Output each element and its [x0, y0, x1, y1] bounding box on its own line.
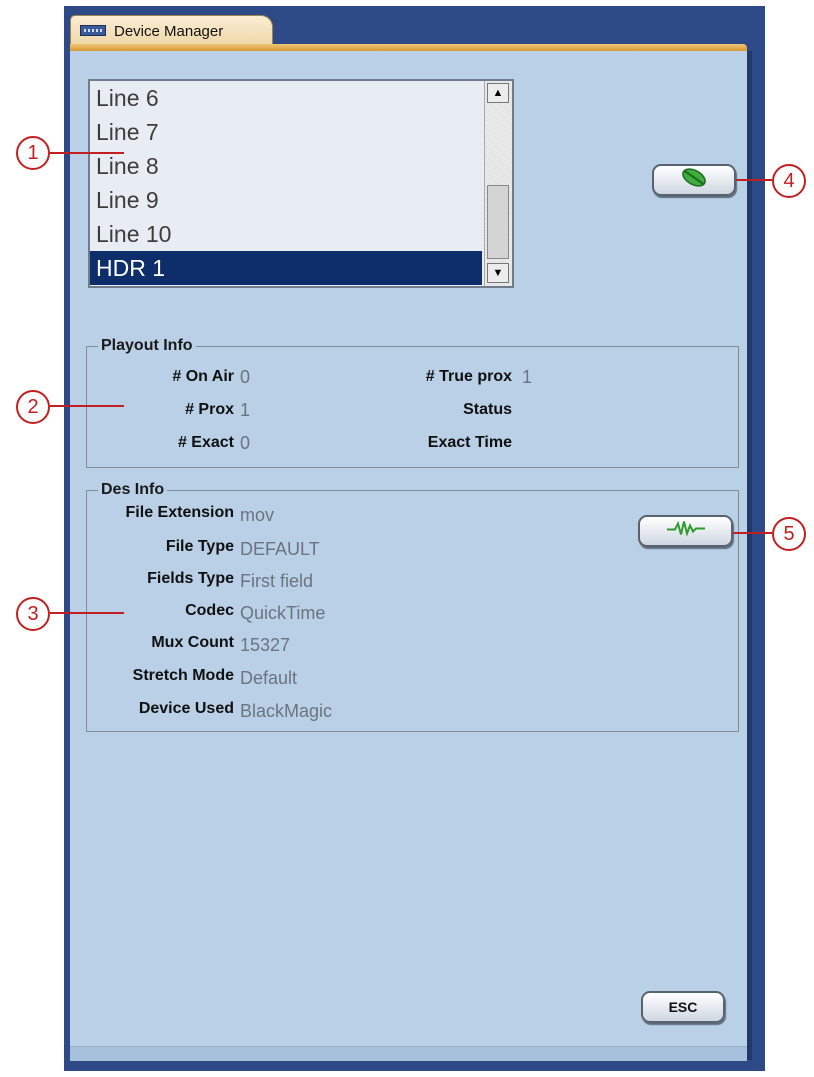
codec-label: Codec — [185, 602, 234, 619]
window-edge — [747, 51, 752, 1060]
tab-rule — [70, 44, 747, 51]
file-extension-value: mov — [240, 505, 275, 525]
prox-label: # Prox — [185, 401, 234, 418]
tab-title: Device Manager — [114, 23, 224, 40]
file-type-value: DEFAULT — [240, 539, 320, 559]
scroll-up-button[interactable]: ▲ — [487, 83, 509, 103]
list-item-line-10[interactable]: Line 10 — [90, 217, 482, 251]
list-item-line-7[interactable]: Line 7 — [90, 115, 482, 149]
callout-3-line — [50, 612, 124, 614]
list-item-hdr-1[interactable]: HDR 1 — [90, 251, 482, 285]
leaf-button[interactable] — [652, 164, 736, 196]
on-air-label: # On Air — [172, 368, 234, 385]
arrow-down-icon: ▼ — [492, 267, 504, 279]
stretch-mode-label: Stretch Mode — [132, 667, 234, 684]
tab-device-manager[interactable]: Device Manager — [70, 15, 273, 45]
line-listbox[interactable]: Line 6 Line 7 Line 8 Line 9 Line 10 HDR … — [88, 79, 514, 288]
file-type-label: File Type — [165, 538, 234, 555]
callout-2-line — [50, 405, 124, 407]
list-item-line-8[interactable]: Line 8 — [90, 149, 482, 183]
list-item-line-9[interactable]: Line 9 — [90, 183, 482, 217]
true-prox-label: # True prox — [425, 368, 512, 385]
fields-type-label: Fields Type — [147, 570, 234, 587]
fields-type-value: First field — [240, 571, 314, 591]
exact-value: 0 — [240, 433, 251, 453]
exact-label: # Exact — [177, 434, 234, 451]
scroll-thumb[interactable] — [487, 185, 509, 259]
playout-info-title: Playout Info — [98, 338, 196, 354]
callout-4: 4 — [772, 164, 806, 198]
arrow-up-icon: ▲ — [492, 87, 504, 99]
des-info-title: Des Info — [98, 482, 168, 498]
file-extension-label: File Extension — [125, 504, 234, 521]
device-icon — [80, 25, 106, 36]
esc-label: ESC — [668, 999, 698, 1015]
list-scrollbar[interactable]: ▲ ▼ — [484, 81, 512, 286]
list-item-line-6[interactable]: Line 6 — [90, 81, 482, 115]
scroll-down-button[interactable]: ▼ — [487, 263, 509, 283]
callout-3: 3 — [16, 597, 50, 631]
exact-time-label: Exact Time — [427, 434, 512, 451]
callout-5: 5 — [772, 517, 806, 551]
callout-2: 2 — [16, 390, 50, 424]
esc-button[interactable]: ESC — [641, 991, 725, 1023]
mux-count-value: 15327 — [240, 635, 291, 655]
stretch-mode-value: Default — [240, 668, 298, 688]
waveform-button[interactable] — [638, 515, 733, 547]
mux-count-label: Mux Count — [151, 634, 234, 651]
on-air-value: 0 — [240, 367, 251, 387]
codec-value: QuickTime — [240, 603, 326, 623]
callout-1-line — [50, 152, 124, 154]
callout-1: 1 — [16, 136, 50, 170]
true-prox-value: 1 — [522, 367, 533, 387]
callout-4-line — [736, 179, 772, 181]
waveform-icon — [666, 520, 706, 543]
callout-5-line — [733, 532, 772, 534]
leaf-icon — [679, 168, 709, 193]
panel-status-strip — [70, 1046, 747, 1061]
device-used-value: BlackMagic — [240, 701, 333, 721]
prox-value: 1 — [240, 400, 251, 420]
status-label: Status — [463, 401, 512, 418]
device-used-label: Device Used — [138, 700, 234, 717]
